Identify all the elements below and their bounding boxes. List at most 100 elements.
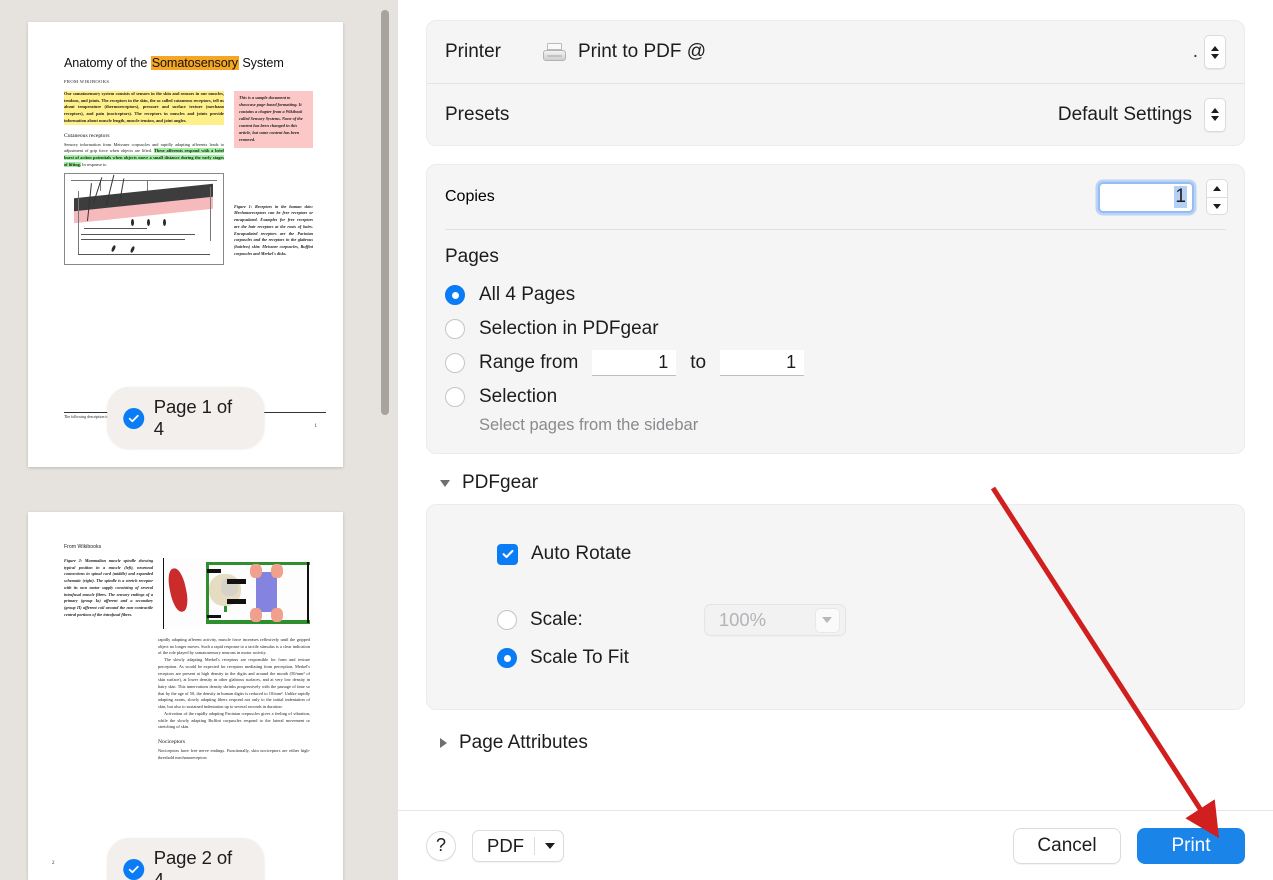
check-circle-icon-2: [122, 858, 144, 880]
cancel-button[interactable]: Cancel: [1013, 827, 1121, 864]
copies-stepper-up[interactable]: [1206, 179, 1228, 197]
pages-option-range[interactable]: Range from 1 to 1: [445, 346, 1226, 380]
printer-row[interactable]: Printer Print to PDF @ .: [427, 21, 1244, 83]
page1-paragraph-2: Sensory information from Meissner corpus…: [64, 142, 224, 169]
p2-b: In response to: [80, 161, 107, 167]
label-all-pages: All 4 Pages: [479, 284, 576, 305]
page-badge-label-2: Page 2 of 4: [153, 847, 233, 880]
scale-value: 100%: [718, 609, 767, 630]
printer-label: Printer: [445, 41, 501, 62]
copies-pages-card: Copies 1 Pages All 4 Pages Selection in …: [426, 164, 1245, 454]
presets-value: Default Settings: [1057, 103, 1192, 125]
radio-selection-in-pdfgear[interactable]: [445, 319, 465, 339]
copies-stepper[interactable]: [1206, 179, 1228, 215]
label-selection-in-pdfgear: Selection in PDFgear: [479, 318, 659, 339]
auto-rotate-row[interactable]: Auto Rotate: [427, 535, 1244, 573]
title-post: System: [238, 56, 284, 70]
range-from-input[interactable]: 1: [592, 350, 677, 376]
scale-label: Scale:: [530, 609, 583, 630]
figure-1-skin-diagram: [64, 173, 224, 266]
copies-value: 1: [1174, 186, 1187, 208]
page-thumbnail-1[interactable]: Anatomy of the Somatosensory System From…: [28, 22, 343, 467]
page1-paragraph-1: Our somatosensory system consists of sen…: [64, 91, 224, 125]
printer-trailing-dot: .: [1192, 41, 1198, 62]
chevron-down-icon-pdf[interactable]: [545, 842, 555, 849]
document-source: From Wikibooks: [64, 79, 110, 84]
print-options-pane: Printer Print to PDF @ . Presets Default…: [398, 0, 1273, 880]
pdfgear-section-header[interactable]: PDFgear: [440, 472, 1245, 494]
label-range-from: Range from: [479, 352, 579, 373]
copies-stepper-down[interactable]: [1206, 197, 1228, 215]
printer-dropdown-stepper[interactable]: [1204, 35, 1226, 69]
page-attributes-section-header[interactable]: Page Attributes: [440, 732, 1245, 754]
page1-number: 1: [314, 424, 318, 429]
presets-dropdown-stepper[interactable]: [1204, 97, 1226, 132]
print-dialog-window: Anatomy of the Somatosensory System From…: [0, 0, 1273, 880]
title-highlight: Somatosensory: [150, 56, 239, 70]
figure-2-caption: Figure 2: Mammalian muscle spindle showi…: [64, 558, 153, 617]
page-2-selection-badge[interactable]: Page 2 of 4: [106, 838, 265, 880]
chevron-right-icon[interactable]: [440, 738, 447, 748]
options-scroll-area[interactable]: Printer Print to PDF @ . Presets Default…: [398, 0, 1273, 810]
figure-1-caption: Figure 1: Receptors in the human skin: M…: [234, 203, 313, 256]
pdf-menu-button[interactable]: PDF: [472, 829, 564, 862]
scale-value-dropdown[interactable]: 100%: [703, 604, 846, 636]
auto-rotate-checkbox[interactable]: [497, 543, 518, 565]
page2-paragraph-1: rapidly adapting afferent activity, musc…: [158, 637, 310, 656]
scale-row[interactable]: Scale: 100%: [427, 601, 1244, 639]
range-to-input[interactable]: 1: [720, 350, 805, 376]
printer-icon: [542, 43, 566, 61]
page-attributes-section-title: Page Attributes: [459, 732, 588, 753]
pdf-menu-label: PDF: [487, 834, 524, 856]
copies-input[interactable]: 1: [1098, 181, 1194, 213]
page1-section-heading: Cutaneous receptors: [64, 132, 110, 139]
page-1-selection-badge[interactable]: Page 1 of 4: [106, 387, 265, 449]
page2-number: 2: [52, 861, 55, 866]
check-circle-icon: [122, 407, 144, 429]
page1-callout: This is a sample document to showcase pa…: [234, 91, 313, 148]
page-thumbnail-2[interactable]: From Wikibooks Figure 2: Mammalian muscl…: [28, 512, 343, 880]
preview-scrollbar[interactable]: [381, 10, 389, 415]
pages-hint: Select pages from the sidebar: [479, 416, 699, 434]
print-preview-sidebar[interactable]: Anatomy of the Somatosensory System From…: [0, 0, 398, 880]
scale-dropdown-chevron[interactable]: [814, 607, 840, 633]
pages-option-selection[interactable]: Selection: [445, 380, 1226, 414]
pages-option-all[interactable]: All 4 Pages: [445, 278, 1226, 312]
pages-title: Pages: [445, 246, 499, 267]
title-pre: Anatomy of the: [64, 56, 151, 70]
auto-rotate-label: Auto Rotate: [531, 543, 632, 564]
radio-all-pages[interactable]: [445, 285, 465, 305]
pdfgear-options-box: Auto Rotate Scale: 100% Scale To Fit: [426, 504, 1245, 710]
document-title: Anatomy of the Somatosensory System: [64, 56, 313, 70]
page2-paragraph-2: The slowly adapting Merkel's receptors a…: [158, 657, 310, 710]
page2-source: From Wikibooks: [64, 544, 102, 550]
scale-to-fit-label: Scale To Fit: [530, 647, 629, 668]
range-to-label: to: [690, 352, 707, 373]
radio-scale[interactable]: [497, 610, 517, 630]
print-button[interactable]: Print: [1137, 827, 1245, 864]
page2-section-heading: Nociceptors: [158, 739, 186, 746]
page-badge-label: Page 1 of 4: [153, 396, 233, 439]
pdfgear-section-title: PDFgear: [462, 472, 539, 493]
copies-row: Copies 1: [427, 165, 1244, 227]
copies-label: Copies: [445, 188, 495, 205]
presets-label: Presets: [445, 103, 510, 125]
pages-option-selection-in-app[interactable]: Selection in PDFgear: [445, 312, 1226, 346]
printer-presets-card: Printer Print to PDF @ . Presets Default…: [426, 20, 1245, 146]
scale-to-fit-row[interactable]: Scale To Fit: [427, 639, 1244, 677]
pdf-menu-divider: [534, 836, 535, 855]
page2-paragraph-3: Activation of the rapidly adapting Pacin…: [158, 710, 310, 730]
pages-block: Pages All 4 Pages Selection in PDFgear R…: [427, 230, 1244, 453]
chevron-down-icon[interactable]: [440, 479, 450, 487]
figure-2-muscle-spindle: [163, 558, 313, 629]
page2-paragraph-4: Nociceptors have free nerve endings. Fun…: [158, 748, 310, 760]
help-button[interactable]: ?: [426, 830, 456, 861]
dialog-bottom-bar: ? PDF Cancel Print: [398, 810, 1273, 880]
printer-value-group: Print to PDF @: [542, 41, 707, 63]
label-selection: Selection: [479, 386, 558, 407]
radio-range-from[interactable]: [445, 353, 465, 373]
radio-selection[interactable]: [445, 387, 465, 407]
radio-scale-to-fit[interactable]: [497, 648, 517, 668]
printer-value: Print to PDF @: [577, 41, 707, 62]
presets-row[interactable]: Presets Default Settings: [427, 83, 1244, 145]
